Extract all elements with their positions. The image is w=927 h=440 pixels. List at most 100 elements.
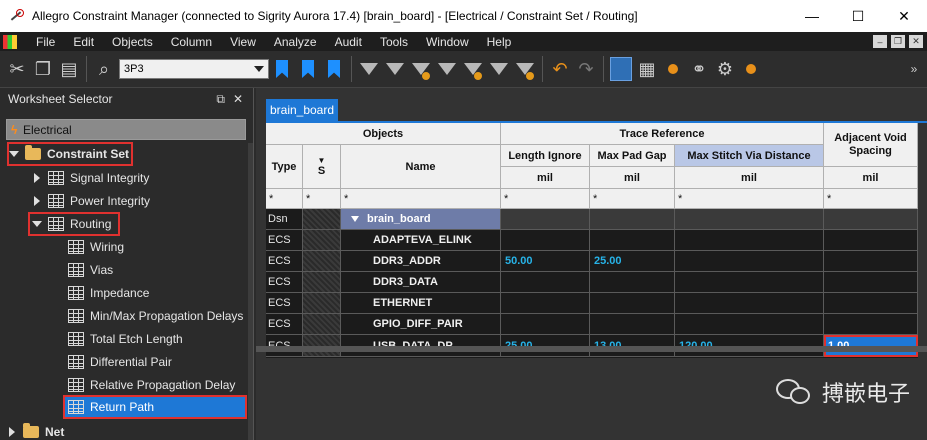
row-type[interactable]: ECS <box>266 272 303 293</box>
worksheet-scrollbar[interactable] <box>248 143 253 440</box>
row-type[interactable]: ECS <box>266 314 303 335</box>
menu-audit[interactable]: Audit <box>326 35 371 49</box>
collapse-icon[interactable] <box>351 216 359 222</box>
mdi-restore-button[interactable]: ❐ <box>891 35 905 48</box>
row-adj-void[interactable] <box>824 272 918 293</box>
tree-routing[interactable]: Routing <box>28 212 120 236</box>
filter-name[interactable]: * <box>341 189 501 209</box>
filter-warning-icon[interactable] <box>408 54 434 84</box>
tree-item-min-max-prop-delays[interactable]: Min/Max Propagation Delays <box>68 306 243 326</box>
row-adj-void[interactable] <box>824 314 918 335</box>
row-max-stitch[interactable] <box>675 251 824 272</box>
panel-close-icon[interactable]: ✕ <box>233 92 243 107</box>
expand-down-icon[interactable] <box>9 151 19 157</box>
redo-icon[interactable]: ↷ <box>573 54 599 84</box>
filter-max-stitch[interactable]: * <box>675 189 824 209</box>
filter-icon[interactable] <box>356 54 382 84</box>
float-icon[interactable]: ⧉ <box>216 92 225 107</box>
menu-window[interactable]: Window <box>417 35 478 49</box>
row-max-pad-gap[interactable] <box>590 293 675 314</box>
expand-right-icon[interactable] <box>9 427 15 437</box>
row-length-ignore[interactable]: 50.00 <box>501 251 590 272</box>
header-length-ignore[interactable]: Length Ignore <box>501 145 590 167</box>
tree-item-total-etch-length[interactable]: Total Etch Length <box>68 329 183 349</box>
menu-edit[interactable]: Edit <box>64 35 103 49</box>
tree-item-relative-prop-delay[interactable]: Relative Propagation Delay <box>68 375 235 395</box>
menu-column[interactable]: Column <box>162 35 221 49</box>
row-max-pad-gap[interactable] <box>590 230 675 251</box>
filter-adj-void[interactable]: * <box>824 189 918 209</box>
expand-down-icon[interactable] <box>32 221 42 227</box>
header-type[interactable]: Type <box>266 145 303 189</box>
row-length-ignore[interactable] <box>501 314 590 335</box>
header-max-stitch-via-distance[interactable]: Max Stitch Via Distance <box>675 145 824 167</box>
filter-sun-icon[interactable] <box>460 54 486 84</box>
horizontal-scrollbar[interactable] <box>256 346 927 352</box>
tree-power-integrity[interactable]: Power Integrity <box>34 191 150 211</box>
row-max-stitch[interactable] <box>675 230 824 251</box>
overflow-icon[interactable]: » <box>901 54 927 84</box>
row-adj-void[interactable] <box>824 251 918 272</box>
row-type[interactable]: ECS <box>266 251 303 272</box>
record-icon[interactable] <box>738 54 764 84</box>
mdi-close-button[interactable]: ✕ <box>909 35 923 48</box>
tree-item-wiring[interactable]: Wiring <box>68 237 124 257</box>
filter-flag-icon[interactable] <box>434 54 460 84</box>
dsn-name-cell[interactable]: brain_board <box>341 209 501 230</box>
tree-item-vias[interactable]: Vias <box>68 260 113 280</box>
filter-grid-icon[interactable] <box>486 54 512 84</box>
dsn-type[interactable]: Dsn <box>266 209 303 230</box>
row-length-ignore[interactable] <box>501 293 590 314</box>
menu-analyze[interactable]: Analyze <box>265 35 326 49</box>
row-type[interactable]: ECS <box>266 230 303 251</box>
copy-icon[interactable]: ❐ <box>30 54 56 84</box>
tree-item-return-path[interactable]: Return Path <box>63 395 247 419</box>
row-length-ignore[interactable] <box>501 272 590 293</box>
row-name[interactable]: DDR3_ADDR <box>341 251 501 272</box>
constraint-set-select[interactable]: 3P3 <box>119 59 269 79</box>
filter-bars-icon[interactable] <box>512 54 538 84</box>
menu-view[interactable]: View <box>221 35 265 49</box>
header-adjacent-void-spacing[interactable]: Adjacent Void Spacing <box>824 123 918 167</box>
filter-s[interactable]: * <box>303 189 341 209</box>
pattern-icon[interactable]: ▦ <box>634 54 660 84</box>
filter-type[interactable]: * <box>266 189 303 209</box>
dsn-max-stitch[interactable] <box>675 209 824 230</box>
workbook-electrical[interactable]: ϟ Electrical <box>6 119 246 140</box>
filter-length-ignore[interactable]: * <box>501 189 590 209</box>
worksheet-view-icon[interactable] <box>608 54 634 84</box>
row-name[interactable]: ADAPTEVA_ELINK <box>341 230 501 251</box>
bookmark-icon[interactable] <box>269 54 295 84</box>
dsn-max-pad-gap[interactable] <box>590 209 675 230</box>
undo-icon[interactable]: ↶ <box>547 54 573 84</box>
scissors-icon[interactable]: ✂ <box>4 54 30 84</box>
header-name[interactable]: Name <box>341 145 501 189</box>
mdi-minimize-button[interactable]: – <box>873 35 887 48</box>
menu-objects[interactable]: Objects <box>103 35 162 49</box>
menu-help[interactable]: Help <box>478 35 521 49</box>
maximize-button[interactable]: ☐ <box>835 0 881 32</box>
gear-icon[interactable]: ⚙ <box>712 54 738 84</box>
find-icon[interactable]: ⌕ <box>91 54 117 84</box>
row-max-stitch[interactable] <box>675 272 824 293</box>
bookmark-next-icon[interactable] <box>295 54 321 84</box>
row-adj-void[interactable] <box>824 230 918 251</box>
tab-brain-board[interactable]: brain_board <box>266 99 338 121</box>
row-name[interactable]: DDR3_DATA <box>341 272 501 293</box>
tree-net[interactable]: Net <box>9 422 64 440</box>
row-type[interactable]: ECS <box>266 293 303 314</box>
row-max-pad-gap[interactable]: 25.00 <box>590 251 675 272</box>
header-s[interactable]: ▼ S <box>303 145 341 189</box>
tree-signal-integrity[interactable]: Signal Integrity <box>34 168 149 188</box>
row-max-pad-gap[interactable] <box>590 314 675 335</box>
expand-right-icon[interactable] <box>34 196 40 206</box>
row-name[interactable]: ETHERNET <box>341 293 501 314</box>
expand-right-icon[interactable] <box>34 173 40 183</box>
row-max-stitch[interactable] <box>675 314 824 335</box>
tree-item-impedance[interactable]: Impedance <box>68 283 149 303</box>
dsn-length-ignore[interactable] <box>501 209 590 230</box>
menu-tools[interactable]: Tools <box>371 35 417 49</box>
bookmark-prev-icon[interactable] <box>321 54 347 84</box>
close-button[interactable]: ✕ <box>881 0 927 32</box>
row-length-ignore[interactable] <box>501 230 590 251</box>
